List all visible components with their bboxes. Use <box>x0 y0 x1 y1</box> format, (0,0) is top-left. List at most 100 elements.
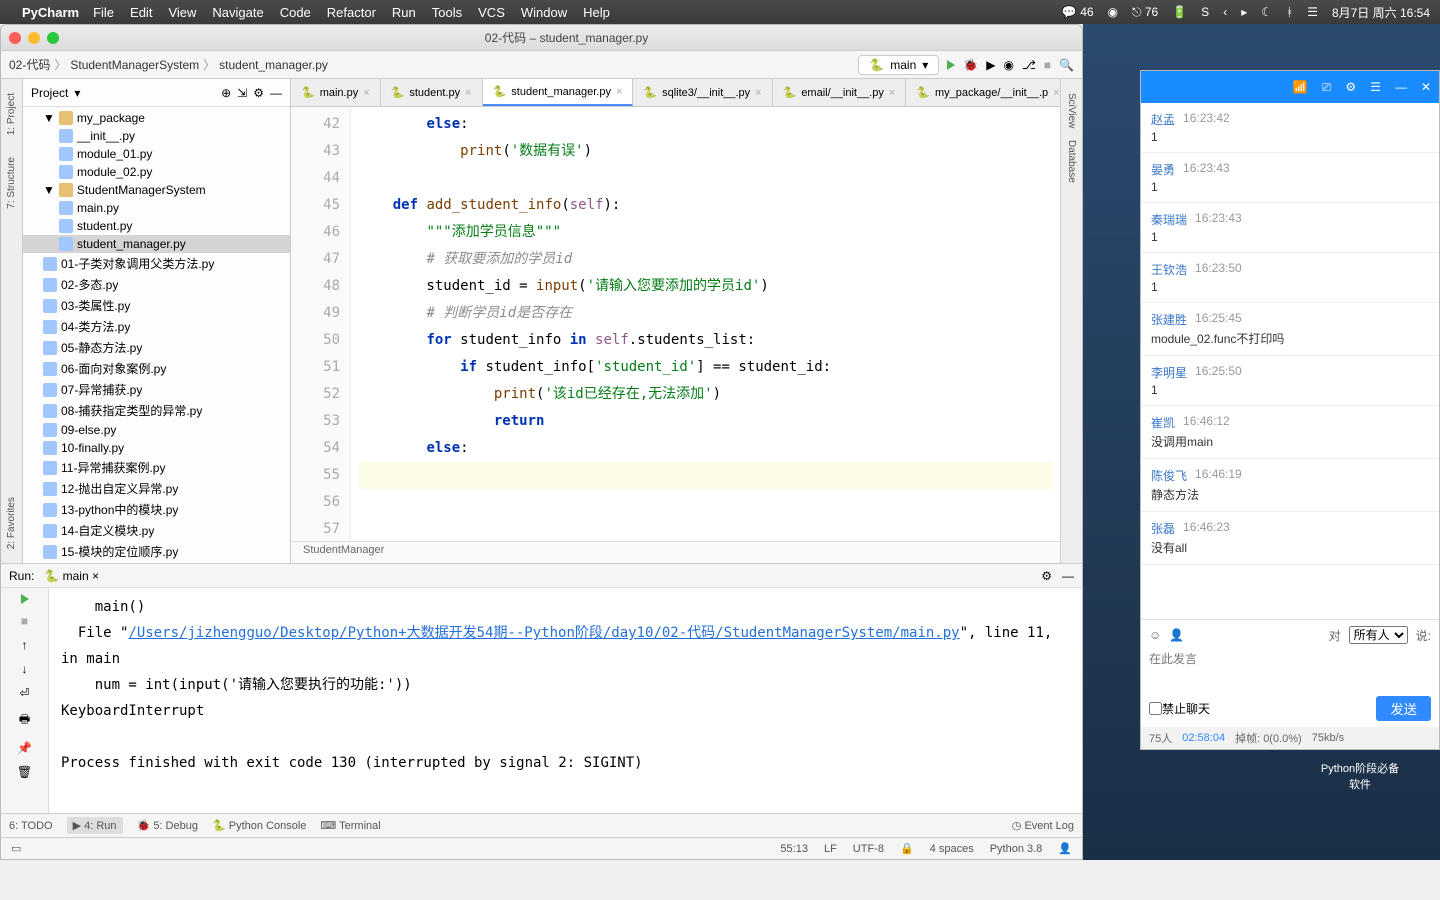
chat-message[interactable]: 崔凯16:46:12没调用main <box>1141 406 1439 459</box>
run-button[interactable] <box>947 60 955 70</box>
terminal-button[interactable]: ⌨ Terminal <box>320 819 380 832</box>
tree-item[interactable]: student.py <box>23 217 290 235</box>
line-separator[interactable]: LF <box>824 843 837 855</box>
person-icon[interactable]: 👤 <box>1169 628 1184 642</box>
tree-item[interactable]: 13-python中的模块.py <box>23 499 290 520</box>
chat-message[interactable]: 张磊16:46:23没有all <box>1141 512 1439 565</box>
chat-message[interactable]: 赵孟16:23:421 <box>1141 103 1439 153</box>
bluetooth-icon[interactable]: ᚼ <box>1286 5 1293 19</box>
menu-run[interactable]: Run <box>392 5 416 20</box>
search-button[interactable]: 🔍 <box>1059 58 1074 72</box>
screen-icon[interactable]: ⎚ <box>1322 80 1332 95</box>
clock[interactable]: 8月7日 周六 16:54 <box>1332 4 1430 21</box>
recipient-select[interactable]: 所有人 <box>1349 626 1408 644</box>
database-tool-button[interactable]: Database <box>1066 134 1077 189</box>
stop-button[interactable]: ■ <box>1044 58 1051 72</box>
menu-file[interactable]: File <box>93 5 114 20</box>
code-content[interactable]: else: print('数据有误') def add_student_info… <box>351 107 1060 541</box>
chat-message[interactable]: 陈俊飞16:46:19静态方法 <box>1141 459 1439 512</box>
ding-icon[interactable]: ⎋ 76 <box>1132 5 1158 20</box>
minimize-icon[interactable]: — <box>1395 80 1407 94</box>
python-console-button[interactable]: 🐍 Python Console <box>212 819 306 832</box>
close-icon[interactable]: ✕ <box>1421 80 1431 94</box>
tree-item[interactable]: 09-else.py <box>23 421 290 439</box>
chat-message[interactable]: 秦瑞瑞16:23:431 <box>1141 203 1439 253</box>
chevron-down-icon[interactable]: ▾ <box>74 86 80 100</box>
status-icon[interactable]: ▭ <box>11 842 21 855</box>
close-button[interactable] <box>9 32 21 44</box>
chat-message[interactable]: 晏勇16:23:431 <box>1141 153 1439 203</box>
rerun-button[interactable] <box>21 594 29 604</box>
menu-edit[interactable]: Edit <box>130 5 152 20</box>
editor-tab[interactable]: 🐍my_package/__init__.p× <box>906 79 1060 106</box>
collapse-icon[interactable]: ⇲ <box>237 86 247 100</box>
up-icon[interactable]: ↑ <box>22 638 28 652</box>
tree-item[interactable]: ▼ StudentManagerSystem <box>23 181 290 199</box>
traceback-link[interactable]: /Users/jizhengguo/Desktop/Python+大数据开发54… <box>128 625 959 641</box>
down-icon[interactable]: ↓ <box>22 662 28 676</box>
menu-navigate[interactable]: Navigate <box>212 5 263 20</box>
emoji-icon[interactable]: ☺ <box>1149 628 1161 642</box>
battery-icon[interactable]: 🔋 <box>1172 5 1187 19</box>
concurrent-button[interactable]: ⎇ <box>1022 58 1036 72</box>
tree-item[interactable]: 02-多态.py <box>23 274 290 295</box>
tree-item[interactable]: student_manager.py <box>23 235 290 253</box>
crumb-2[interactable]: student_manager.py <box>219 58 328 72</box>
tree-item[interactable]: 05-静态方法.py <box>23 337 290 358</box>
editor-tab[interactable]: 🐍student.py× <box>381 79 483 106</box>
project-tree[interactable]: ▼ my_package__init__.pymodule_01.pymodul… <box>23 107 290 563</box>
editor-breadcrumb[interactable]: StudentManager <box>291 541 1060 563</box>
tree-item[interactable]: 01-子类对象调用父类方法.py <box>23 253 290 274</box>
editor-tab[interactable]: 🐍email/__init__.py× <box>773 79 907 106</box>
tree-item[interactable]: 04-类方法.py <box>23 316 290 337</box>
debug-tool-button[interactable]: 🐞 5: Debug <box>137 819 198 832</box>
favorites-tool-button[interactable]: 2: Favorites <box>6 491 17 555</box>
send-button[interactable]: 发送 <box>1376 696 1431 721</box>
tree-item[interactable]: module_01.py <box>23 145 290 163</box>
code-editor[interactable]: 4243444546474849505152535455565758 else:… <box>291 107 1060 541</box>
inspect-icon[interactable]: 👤 <box>1058 842 1072 855</box>
todo-tool-button[interactable]: 6: TODO <box>9 820 53 832</box>
editor-tab[interactable]: 🐍main.py× <box>291 79 381 106</box>
menu-tools[interactable]: Tools <box>432 5 462 20</box>
chat-list[interactable]: 赵孟16:23:421晏勇16:23:431秦瑞瑞16:23:431王钦浩16:… <box>1141 103 1439 619</box>
control-center-icon[interactable]: ☰ <box>1307 5 1318 19</box>
chat-input[interactable] <box>1149 650 1431 690</box>
gear-icon[interactable]: ⚙ <box>1345 80 1356 94</box>
crumb-1[interactable]: StudentManagerSystem <box>70 58 199 72</box>
tree-item[interactable]: 15-模块的定位顺序.py <box>23 541 290 562</box>
tree-item[interactable]: 11-异常捕获案例.py <box>23 457 290 478</box>
editor-tab[interactable]: 🐍sqlite3/__init__.py× <box>633 79 772 106</box>
back-icon[interactable]: ‹ <box>1223 5 1227 19</box>
chat-message[interactable]: 张建胜16:25:45module_02.func不打印吗 <box>1141 303 1439 356</box>
event-log-button[interactable]: ◷ Event Log <box>1012 819 1074 832</box>
mute-checkbox[interactable] <box>1149 702 1162 715</box>
run-output[interactable]: main() File "/Users/jizhengguo/Desktop/P… <box>49 588 1082 813</box>
tree-item[interactable]: ▼ my_package <box>23 109 290 127</box>
crumb-0[interactable]: 02-代码 <box>9 56 50 73</box>
pin-icon[interactable]: 📌 <box>17 741 32 755</box>
editor-tab[interactable]: 🐍student_manager.py× <box>483 79 634 106</box>
chat-message[interactable]: 李明星16:25:501 <box>1141 356 1439 406</box>
obs-icon[interactable]: ◉ <box>1108 5 1118 19</box>
tree-item[interactable]: module_02.py <box>23 163 290 181</box>
tree-item[interactable]: 12-抛出自定义异常.py <box>23 478 290 499</box>
print-icon[interactable]: 🖶 <box>19 710 30 731</box>
menu-view[interactable]: View <box>168 5 196 20</box>
project-tool-button[interactable]: 1: Project <box>6 87 17 141</box>
run-config-selector[interactable]: 🐍 main ▾ <box>858 55 939 75</box>
trash-icon[interactable]: 🗑 <box>17 765 32 779</box>
tree-item[interactable]: 03-类属性.py <box>23 295 290 316</box>
caret-position[interactable]: 55:13 <box>780 843 808 855</box>
readonly-icon[interactable]: 🔒 <box>900 842 914 855</box>
zoom-button[interactable] <box>47 32 59 44</box>
run-settings-icon[interactable]: ⚙ <box>1041 569 1052 583</box>
play-icon[interactable]: ▸ <box>1241 5 1247 19</box>
run-tab[interactable]: 🐍 main × <box>44 569 99 583</box>
tree-item[interactable]: __init__.py <box>23 127 290 145</box>
tree-item[interactable]: 14-自定义模块.py <box>23 520 290 541</box>
chat-message[interactable]: 王钦浩16:23:501 <box>1141 253 1439 303</box>
wrap-icon[interactable]: ⏎ <box>19 686 29 700</box>
stop-button[interactable]: ■ <box>21 614 28 628</box>
tree-item[interactable]: main.py <box>23 199 290 217</box>
